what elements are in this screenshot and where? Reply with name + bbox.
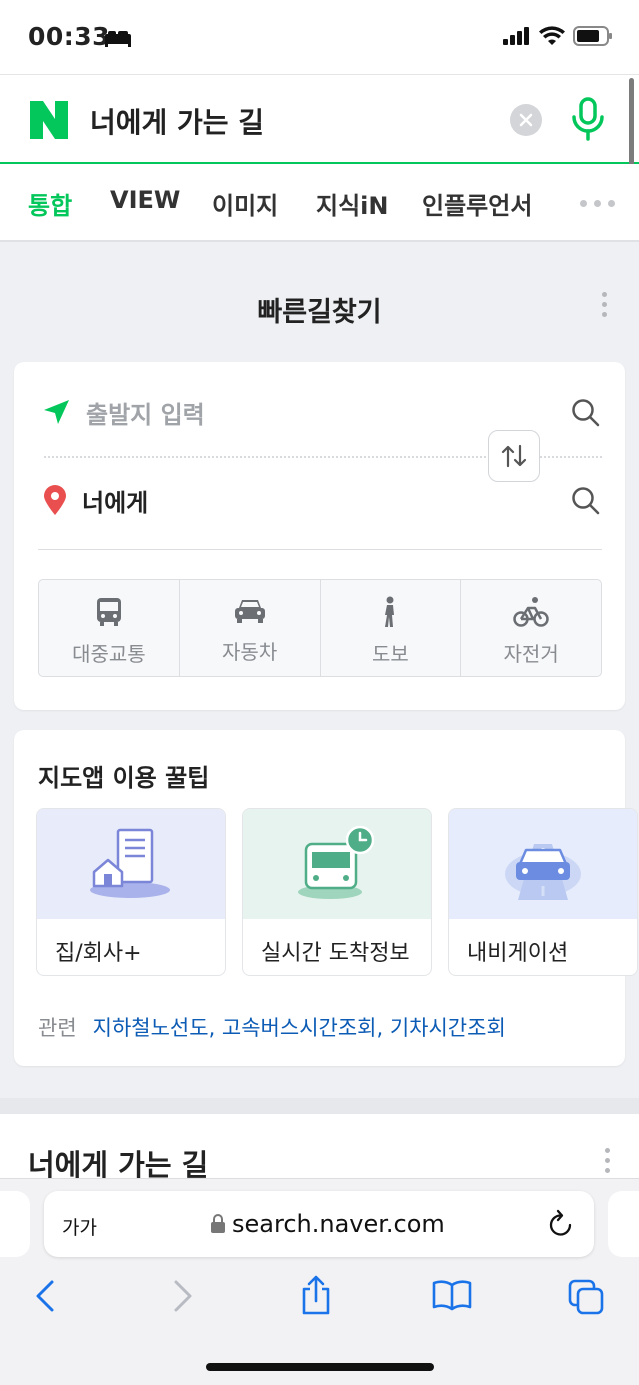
more-tabs-button[interactable] <box>580 200 615 207</box>
route-finder-title: 빠른길찾기 <box>257 297 382 328</box>
chevron-left-icon <box>36 1280 54 1312</box>
tip-label: 실시간 도착정보 <box>261 941 410 966</box>
mode-walk[interactable]: 도보 <box>321 580 462 676</box>
swap-arrows-icon <box>501 444 527 468</box>
mode-car[interactable]: 자동차 <box>180 580 321 676</box>
browser-toolbar: 가가 search.naver.com <box>0 1178 639 1385</box>
battery-icon <box>573 26 613 50</box>
walking-person-icon <box>385 596 395 627</box>
status-bar: 00:33 <box>0 0 639 74</box>
reload-icon <box>549 1209 572 1236</box>
url-text: search.naver.com <box>232 1210 445 1238</box>
mode-label: 대중교통 <box>72 642 146 666</box>
related-label: 관련 <box>38 1016 77 1040</box>
car-navigation-illustration <box>449 809 637 919</box>
route-finder-card: 출발지 입력 너에게 대중교통 자동차 도보 자전거 <box>14 362 625 710</box>
clear-search-button[interactable] <box>510 104 542 136</box>
status-time: 00:33 <box>28 22 111 51</box>
section-divider <box>0 1098 639 1114</box>
related-link-express-bus[interactable]: 고속버스시간조회 <box>222 1016 377 1040</box>
search-query-input[interactable]: 너에게 가는 길 <box>90 101 264 141</box>
related-link-train-schedule[interactable]: 기차시간조회 <box>390 1016 506 1040</box>
back-button[interactable] <box>34 1279 56 1317</box>
home-office-illustration <box>37 809 225 919</box>
route-finder-more-button[interactable] <box>602 292 607 317</box>
car-icon <box>234 600 265 623</box>
route-separator <box>38 549 602 550</box>
mode-label: 자동차 <box>222 640 278 664</box>
address-bar[interactable]: 가가 search.naver.com <box>44 1191 594 1257</box>
related-link-subway-map[interactable]: 지하철노선도 <box>93 1016 209 1040</box>
naver-logo[interactable] <box>30 101 68 139</box>
close-icon <box>519 113 533 127</box>
mode-bicycle[interactable]: 자전거 <box>461 580 601 676</box>
bookmarks-button[interactable] <box>432 1279 472 1315</box>
map-tips-card: 지도앱 이용 꿀팁 집/회사+ 실시간 도착정보 내비게이션 관련 지하철노선도… <box>14 730 638 1066</box>
share-icon <box>302 1275 330 1315</box>
forward-button[interactable] <box>172 1279 194 1317</box>
destination-search-button[interactable] <box>571 486 601 520</box>
swap-route-button[interactable] <box>488 430 540 482</box>
book-icon <box>432 1280 472 1311</box>
tabs-icon <box>568 1279 604 1315</box>
origin-placeholder: 출발지 입력 <box>86 400 205 429</box>
tabs-button[interactable] <box>568 1279 604 1319</box>
navigation-arrow-icon <box>44 400 69 424</box>
search-icon <box>572 487 600 515</box>
origin-field[interactable]: 출발지 입력 <box>42 392 205 432</box>
tab-influencer[interactable]: 인플루언서 <box>422 186 532 221</box>
previous-tab-preview[interactable] <box>0 1191 30 1257</box>
tab-images[interactable]: 이미지 <box>212 186 278 221</box>
transport-modes: 대중교통 자동차 도보 자전거 <box>38 579 602 677</box>
mode-label: 도보 <box>371 642 409 666</box>
bus-clock-illustration <box>243 809 431 919</box>
wifi-icon <box>539 26 565 50</box>
related-links: 관련 지하철노선도, 고속버스시간조회, 기차시간조회 <box>38 1012 506 1042</box>
tip-home-work[interactable]: 집/회사+ <box>36 808 226 976</box>
tab-knowledge-in[interactable]: 지식iN <box>316 186 388 221</box>
map-tips-title: 지도앱 이용 꿀팁 <box>38 764 210 792</box>
share-button[interactable] <box>300 1275 332 1319</box>
destination-value: 너에게 <box>82 488 149 517</box>
reload-button[interactable] <box>548 1209 574 1241</box>
cellular-signal-icon <box>503 27 531 49</box>
location-pin-icon <box>44 485 66 515</box>
tip-realtime-arrival[interactable]: 실시간 도착정보 <box>242 808 432 976</box>
tab-integrated[interactable]: 통합 <box>28 186 72 221</box>
lock-icon <box>211 1214 225 1233</box>
url-display[interactable]: search.naver.com <box>210 1210 445 1238</box>
tip-label: 집/회사+ <box>55 941 142 966</box>
search-header: 너에게 가는 길 <box>0 74 639 164</box>
search-tabs: 통합 VIEW 이미지 지식iN 인플루언서 <box>0 164 639 242</box>
origin-search-button[interactable] <box>571 398 601 432</box>
home-indicator <box>206 1363 434 1371</box>
browser-nav-row <box>0 1275 639 1323</box>
voice-search-button[interactable] <box>570 97 606 145</box>
mode-label: 자전거 <box>503 642 559 666</box>
search-icon <box>572 399 600 427</box>
chevron-right-icon <box>174 1280 192 1312</box>
tip-navigation[interactable]: 내비게이션 <box>448 808 638 976</box>
text-size-button[interactable]: 가가 <box>62 1213 97 1240</box>
destination-field[interactable]: 너에게 <box>42 480 148 520</box>
microphone-icon <box>572 97 604 141</box>
sleep-focus-icon <box>104 30 132 52</box>
bicycle-icon <box>513 597 549 627</box>
mode-public-transit[interactable]: 대중교통 <box>39 580 180 676</box>
bus-icon <box>96 598 121 626</box>
tip-label: 내비게이션 <box>467 941 569 966</box>
next-tab-preview[interactable] <box>608 1191 639 1257</box>
result-section-more-button[interactable] <box>605 1148 610 1173</box>
tab-view[interactable]: VIEW <box>110 186 180 214</box>
